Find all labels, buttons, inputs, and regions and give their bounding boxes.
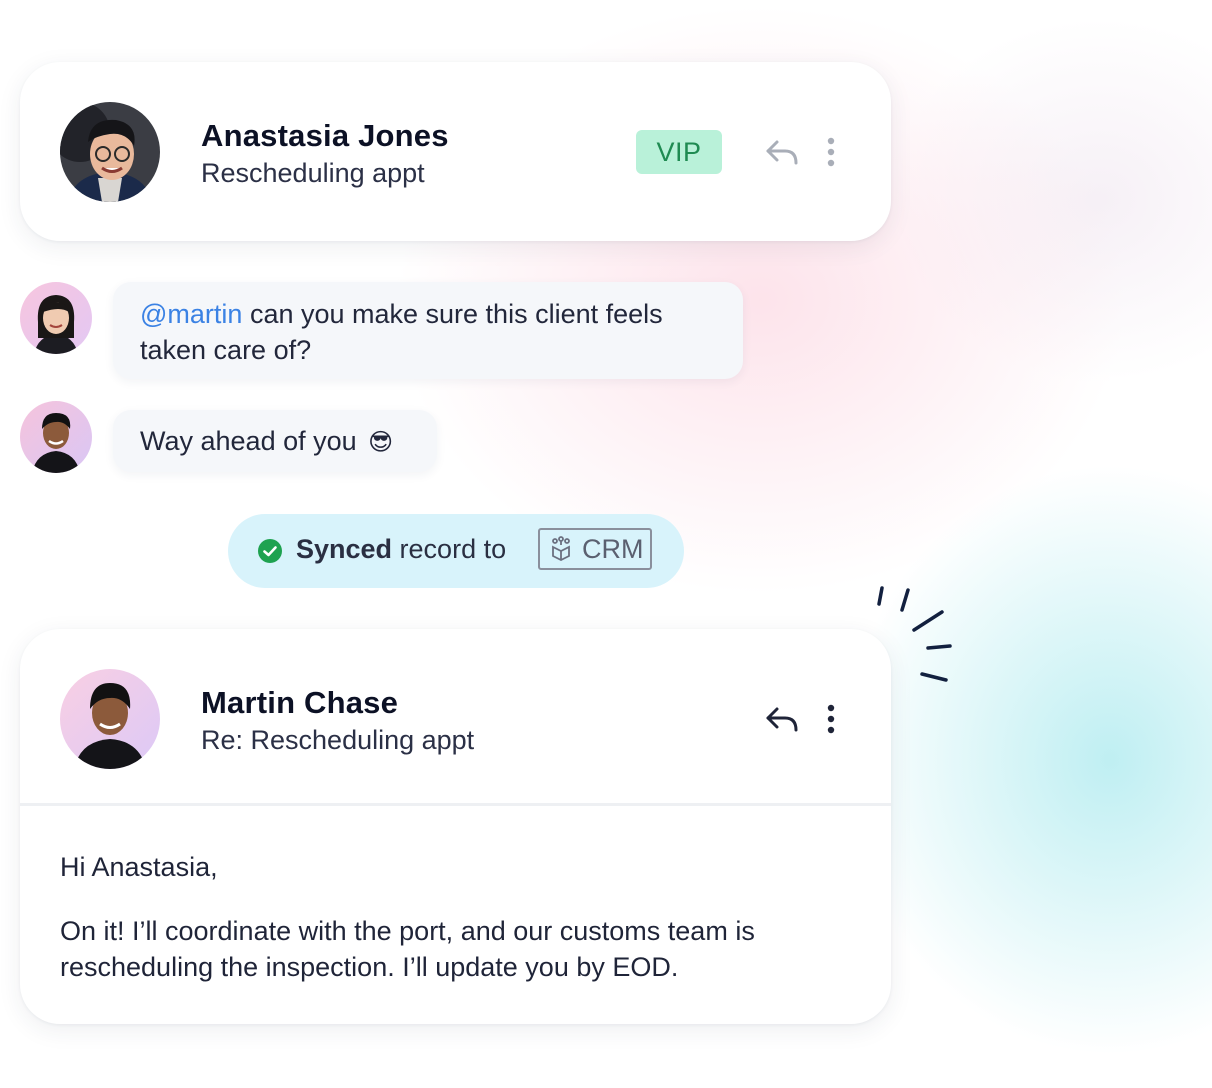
vip-badge: VIP [636, 130, 722, 174]
email-subject: Re: Rescheduling appt [201, 725, 475, 755]
email-body: On it! I’ll coordinate with the port, an… [60, 913, 755, 985]
email-body-line: On it! I’ll coordinate with the port, an… [60, 916, 755, 946]
crm-label: CRM [582, 533, 644, 564]
email-card-martin[interactable]: Martin Chase Re: Rescheduling appt Hi An… [20, 629, 891, 1024]
comment-bubble: Way ahead of you 😎 [113, 410, 437, 472]
conversation-subject: Rescheduling appt [201, 158, 425, 188]
comment-bubble: @martin can you make sure this client fe… [113, 282, 743, 379]
comment-text-continued: taken care of? [140, 335, 312, 365]
sync-status-text: record to [392, 534, 507, 564]
email-body-line: rescheduling the inspection. I’ll update… [60, 952, 679, 982]
sender-name: Martin Chase [201, 685, 399, 720]
reply-icon[interactable] [760, 134, 804, 170]
more-vertical-icon[interactable] [816, 701, 846, 737]
divider [20, 803, 891, 806]
mention-link[interactable]: @martin [140, 299, 242, 329]
more-vertical-icon[interactable] [816, 134, 846, 170]
reply-icon[interactable] [760, 701, 804, 737]
sync-status-label: Synced [296, 534, 393, 564]
avatar-teammate [20, 282, 92, 354]
check-circle-icon [258, 539, 282, 563]
crm-link[interactable]: CRM [538, 528, 652, 570]
sunglasses-emoji-icon: 😎 [368, 429, 394, 456]
sync-status-pill: Synced record to CRM [228, 514, 684, 588]
conversation-card-anastasia[interactable]: Anastasia Jones Rescheduling appt VIP [20, 62, 891, 241]
comment-text: Way ahead of you [140, 426, 357, 456]
avatar-martin [60, 669, 160, 769]
avatar-martin [20, 401, 92, 473]
comment-text: can you make sure this client feels [242, 299, 663, 329]
contact-name: Anastasia Jones [201, 118, 449, 153]
email-greeting: Hi Anastasia, [60, 852, 218, 882]
avatar-anastasia [60, 102, 160, 202]
crm-cube-icon [552, 536, 570, 562]
